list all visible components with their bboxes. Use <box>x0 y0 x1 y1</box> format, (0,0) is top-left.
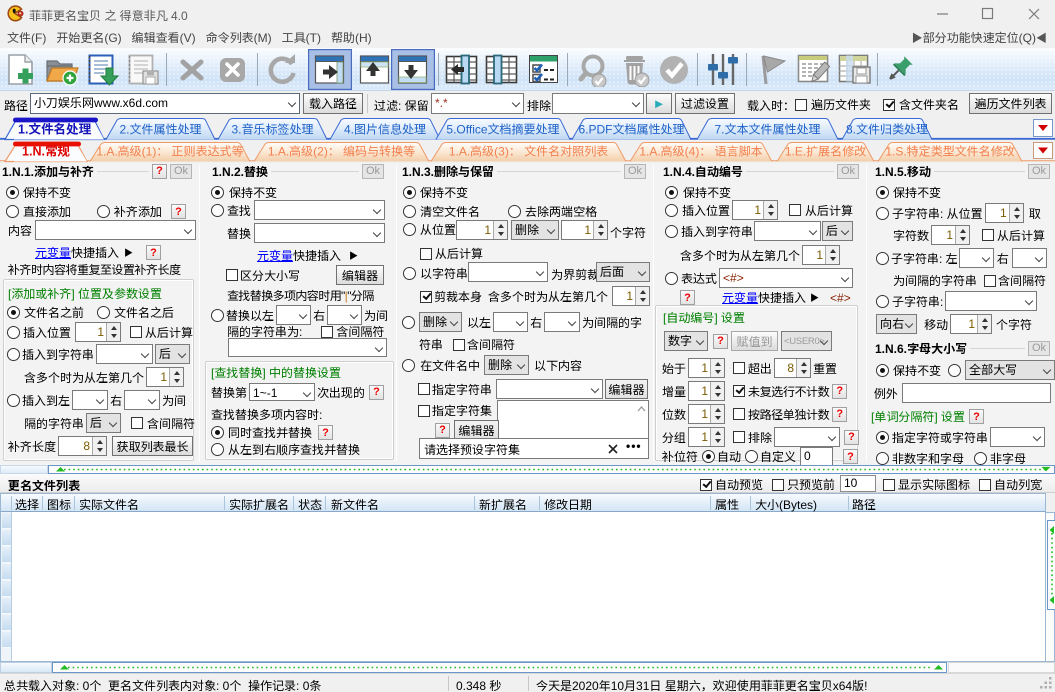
svg-text:1.E.扩展名修改: 1.E.扩展名修改 <box>785 145 866 159</box>
svg-text:1.A.高级(4)： 语言脚本: 1.A.高级(4)： 语言脚本 <box>639 145 762 159</box>
svg-text:7.文本文件属性处理: 7.文本文件属性处理 <box>714 123 820 137</box>
svg-text:8.文件归类处理: 8.文件归类处理 <box>846 123 928 137</box>
svg-text:5.Office文档摘要处理: 5.Office文档摘要处理 <box>446 123 559 137</box>
svg-text:1.A.高级(1)： 正则表达式等: 1.A.高级(1)： 正则表达式等 <box>96 145 243 159</box>
svg-text:2.文件属性处理: 2.文件属性处理 <box>119 123 201 137</box>
svg-text:1.文件名处理: 1.文件名处理 <box>18 122 91 137</box>
svg-text:1.A.高级(3)： 文件名对照列表: 1.A.高级(3)： 文件名对照列表 <box>449 145 608 159</box>
svg-text:1.A.高级(2)： 编码与转换等: 1.A.高级(2)： 编码与转换等 <box>268 145 415 159</box>
svg-text:4.图片信息处理: 4.图片信息处理 <box>344 123 426 137</box>
svg-text:3.音乐标签处理: 3.音乐标签处理 <box>231 123 313 137</box>
svg-text:1.N.常规: 1.N.常规 <box>22 145 70 159</box>
svg-text:6.PDF文档属性处理: 6.PDF文档属性处理 <box>578 123 684 137</box>
svg-text:1.S.特定类型文件名修改: 1.S.特定类型文件名修改 <box>885 145 1014 159</box>
